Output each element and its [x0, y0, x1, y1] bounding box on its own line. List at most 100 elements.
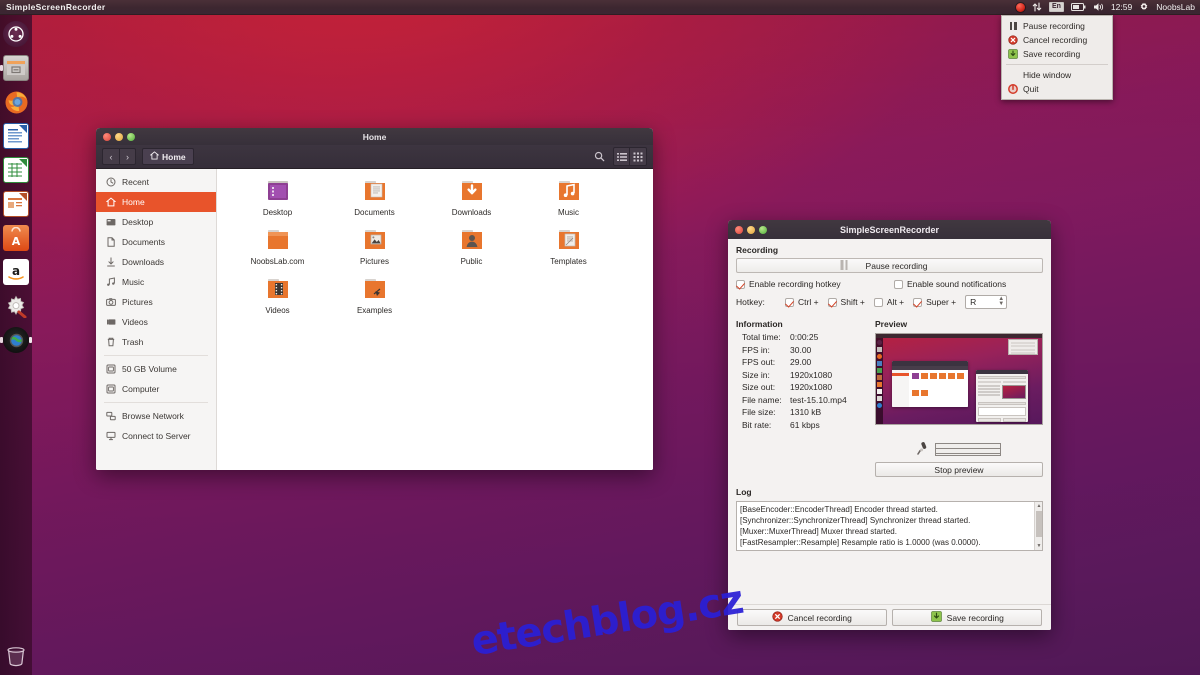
minimize-button[interactable]: [115, 132, 123, 141]
grid-view-icon[interactable]: [630, 148, 646, 165]
file-item-documents[interactable]: Documents: [326, 178, 423, 227]
scroll-down-icon[interactable]: ▼: [1035, 542, 1042, 550]
hotkey-alt-checkbox[interactable]: Alt +: [873, 297, 904, 307]
file-item-desktop[interactable]: Desktop: [229, 178, 326, 227]
ssr-indicator-menu: Pause recording Cancel recording Save re…: [1001, 15, 1113, 100]
file-manager-titlebar[interactable]: Home: [96, 128, 653, 145]
sidebar-item-videos[interactable]: Videos: [96, 312, 216, 332]
scroll-up-icon[interactable]: ▲: [1035, 502, 1042, 510]
keyboard-layout-indicator[interactable]: En: [1049, 2, 1064, 12]
sidebar-item-label: Connect to Server: [122, 431, 191, 441]
log-line: [Synchronizer::SynchronizerThread] Synch…: [740, 516, 971, 525]
pause-recording-button[interactable]: Pause recording: [736, 258, 1043, 273]
cancel-recording-button[interactable]: Cancel recording: [736, 609, 887, 626]
checkbox-box: [736, 279, 745, 289]
sidebar-item-home[interactable]: Home: [96, 192, 216, 212]
ssr-titlebar[interactable]: SimpleScreenRecorder: [728, 220, 1051, 239]
hotkey-ctrl-checkbox[interactable]: Ctrl +: [785, 297, 819, 307]
file-item-examples[interactable]: Examples: [326, 276, 423, 325]
firefox-icon: [3, 89, 29, 115]
sidebar-item-label: Desktop: [122, 217, 154, 227]
launcher-item-firefox[interactable]: [0, 85, 32, 119]
file-item-noobslab-com[interactable]: NoobsLab.com: [229, 227, 326, 276]
file-item-downloads[interactable]: Downloads: [423, 178, 520, 227]
file-item-pictures[interactable]: Pictures: [326, 227, 423, 276]
sidebar-item-pictures[interactable]: Pictures: [96, 292, 216, 312]
sidebar-item-documents[interactable]: Documents: [96, 232, 216, 252]
info-key: FPS out:: [742, 357, 776, 367]
log-output[interactable]: [BaseEncoder::EncoderThread] Encoder thr…: [736, 501, 1043, 551]
file-item-templates[interactable]: Templates: [520, 227, 617, 276]
menu-item-label: Quit: [1023, 84, 1039, 94]
ubuntu-software-icon: A: [3, 225, 29, 251]
file-item-public[interactable]: Public: [423, 227, 520, 276]
scrollbar-thumb[interactable]: [1036, 511, 1042, 537]
network-icon[interactable]: [1032, 0, 1042, 15]
volume-icon[interactable]: [1093, 0, 1104, 15]
gear-icon[interactable]: [1139, 0, 1149, 15]
launcher-item-system-monitor[interactable]: [0, 323, 32, 357]
hotkey-super-checkbox[interactable]: Super +: [913, 297, 956, 307]
panel-app-name[interactable]: SimpleScreenRecorder: [0, 2, 106, 12]
enable-recording-hotkey-checkbox[interactable]: Enable recording hotkey: [736, 279, 894, 289]
search-icon[interactable]: [591, 148, 607, 165]
recording-group-label: Recording: [736, 245, 779, 255]
menu-item-quit[interactable]: Quit: [1002, 82, 1112, 96]
sidebar-item-desktop[interactable]: Desktop: [96, 212, 216, 232]
menu-item-hide-window[interactable]: Hide window: [1002, 68, 1112, 82]
sidebar-item-50-gb-volume[interactable]: 50 GB Volume: [96, 359, 216, 379]
menu-item-save-recording[interactable]: Save recording: [1002, 47, 1112, 61]
launcher-item-files[interactable]: [0, 51, 32, 85]
launcher-item-libreoffice-calc[interactable]: [0, 153, 32, 187]
preview-image: [875, 333, 1043, 425]
launcher-item-system-settings[interactable]: [0, 289, 32, 323]
sidebar-item-music[interactable]: Music: [96, 272, 216, 292]
hotkey-shift-checkbox[interactable]: Shift +: [827, 297, 865, 307]
info-value: 29.00: [790, 357, 812, 367]
launcher-item-libreoffice-impress[interactable]: [0, 187, 32, 221]
launcher-item-amazon[interactable]: a: [0, 255, 32, 289]
panel-username[interactable]: NoobsLab: [1156, 2, 1195, 12]
files-icon: [3, 55, 29, 81]
home-icon: [105, 197, 116, 208]
enable-sound-notifications-checkbox[interactable]: Enable sound notifications: [894, 279, 1006, 289]
stop-preview-button[interactable]: Stop preview: [875, 462, 1043, 477]
checkbox-box: [913, 297, 923, 307]
svg-text:a: a: [12, 264, 20, 278]
file-item-label: Desktop: [262, 208, 293, 217]
save-recording-label: Save recording: [946, 612, 1004, 623]
file-item-videos[interactable]: Videos: [229, 276, 326, 325]
menu-item-pause-recording[interactable]: Pause recording: [1002, 19, 1112, 33]
file-list-area[interactable]: Desktop Documents Downloads Music NoobsL…: [217, 169, 653, 470]
launcher-item-dash-home[interactable]: [0, 17, 32, 51]
log-scrollbar[interactable]: ▲ ▼: [1034, 502, 1042, 550]
sidebar-item-downloads[interactable]: Downloads: [96, 252, 216, 272]
recording-indicator-icon[interactable]: [1016, 0, 1025, 15]
battery-icon[interactable]: [1070, 0, 1086, 15]
sidebar-item-recent[interactable]: Recent: [96, 172, 216, 192]
menu-item-cancel-recording[interactable]: Cancel recording: [1002, 33, 1112, 47]
launcher-item-libreoffice-writer[interactable]: [0, 119, 32, 153]
maximize-button[interactable]: [127, 132, 135, 141]
forward-button[interactable]: ›: [119, 148, 136, 165]
window-controls: [96, 132, 135, 141]
close-button[interactable]: [103, 132, 111, 141]
list-view-icon[interactable]: [614, 148, 630, 165]
panel-clock[interactable]: 12:59: [1111, 2, 1132, 12]
sidebar-item-connect-to-server[interactable]: Connect to Server: [96, 426, 216, 446]
sidebar-item-trash[interactable]: Trash: [96, 332, 216, 352]
sidebar-item-computer[interactable]: Computer: [96, 379, 216, 399]
file-item-music[interactable]: Music: [520, 178, 617, 227]
breadcrumb[interactable]: Home: [142, 148, 194, 165]
hotkey-label: Hotkey:: [736, 297, 765, 307]
ubuntu-dash-icon: [3, 21, 29, 47]
back-button[interactable]: ‹: [102, 148, 119, 165]
launcher-item-ubuntu-software[interactable]: A: [0, 221, 32, 255]
cancel-icon: [1008, 35, 1018, 45]
save-recording-button[interactable]: Save recording: [892, 609, 1043, 626]
audio-meter-row: [875, 441, 1043, 457]
hotkey-key-select[interactable]: R ▲ ▼: [965, 295, 1008, 309]
launcher-item-trash[interactable]: [3, 643, 29, 669]
pause-icon: [1008, 21, 1018, 31]
sidebar-item-browse-network[interactable]: Browse Network: [96, 406, 216, 426]
